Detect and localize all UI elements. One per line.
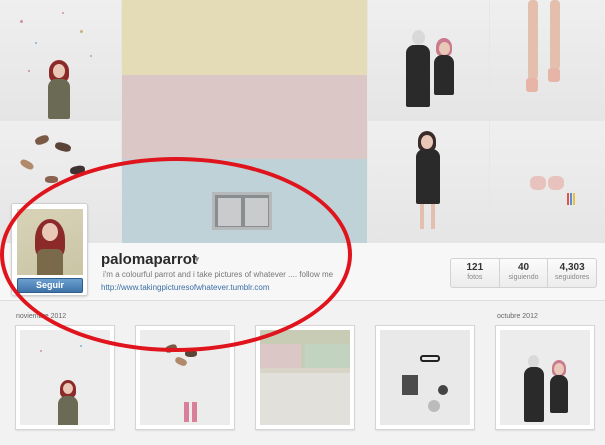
cover-mosaic	[0, 0, 605, 243]
month-label-november: noviembre 2012	[16, 313, 67, 320]
stat-label: seguidores	[555, 274, 590, 281]
follow-button[interactable]: Seguir	[17, 278, 83, 293]
avatar-card: Seguir	[11, 203, 88, 296]
stat-value: 4,303	[559, 262, 585, 273]
month-label-october: octubre 2012	[497, 313, 538, 320]
profile-username: palomaparrot	[101, 251, 197, 268]
cover-photo-pastel-wall[interactable]	[122, 0, 367, 243]
photo-thumbnail[interactable]	[255, 325, 355, 430]
stat-label: fotos	[467, 274, 483, 281]
cover-photo-ballet-shoes[interactable]	[490, 121, 605, 243]
photo-thumbnail[interactable]	[375, 325, 475, 430]
cover-photo-legs[interactable]	[490, 0, 605, 120]
window-shape	[212, 192, 272, 230]
stat-value: 121	[466, 262, 484, 273]
profile-bio: i'm a colourful parrot and i take pictur…	[103, 270, 334, 279]
profile-website-link[interactable]: http://www.takingpicturesofwhatever.tumb…	[101, 283, 270, 292]
stat-following[interactable]: 40 siguiendo	[500, 259, 549, 287]
chevron-down-icon[interactable]: ▼	[193, 255, 201, 264]
cover-photo-girl-confetti[interactable]	[0, 0, 121, 120]
stat-photos[interactable]: 121 fotos	[451, 259, 500, 287]
cover-photo-girl-camera[interactable]	[368, 121, 489, 243]
stat-label: siguiendo	[508, 274, 539, 281]
profile-stats: 121 fotos 40 siguiendo 4,303 seguidores	[450, 258, 597, 288]
stat-value: 40	[517, 262, 530, 273]
photo-thumbnail[interactable]	[15, 325, 115, 430]
avatar[interactable]	[17, 209, 83, 275]
cover-photo-couple[interactable]	[368, 0, 489, 120]
photo-thumbnail[interactable]	[495, 325, 595, 430]
photo-thumbnail[interactable]	[135, 325, 235, 430]
stat-followers[interactable]: 4,303 seguidores	[548, 259, 596, 287]
